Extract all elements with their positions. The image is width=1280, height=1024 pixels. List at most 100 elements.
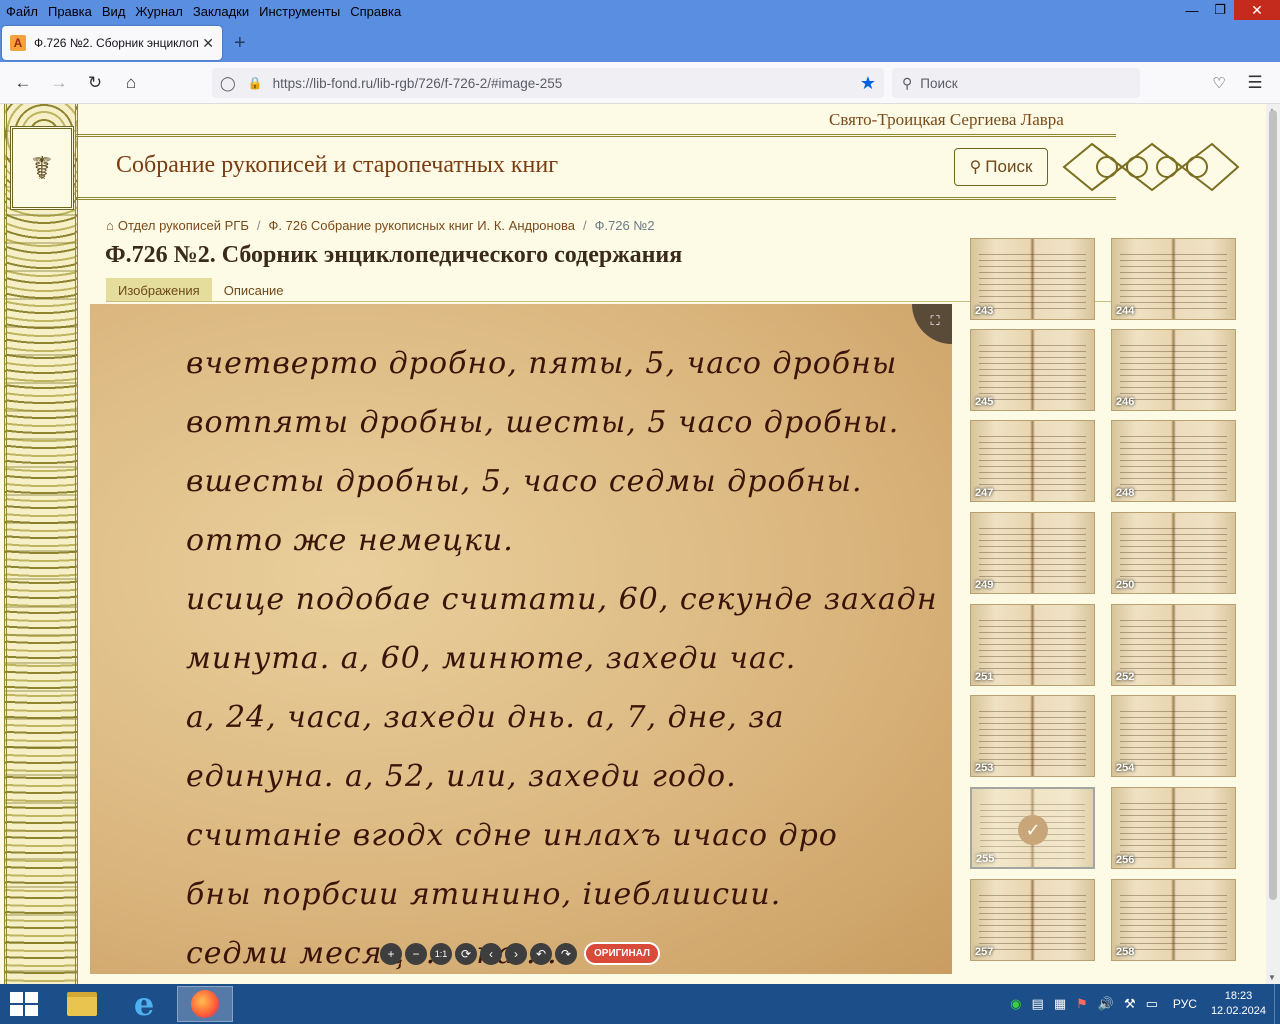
thumbnail-number: 252: [1116, 671, 1135, 683]
reload-icon[interactable]: ↻: [84, 72, 106, 94]
manuscript-line: а, 24, часа, захеди днь. а, 7, дне, за: [186, 700, 785, 735]
storage-icon[interactable]: ▤: [1032, 996, 1044, 1012]
lock-icon[interactable]: 🔒: [248, 76, 263, 90]
flag-icon[interactable]: ⚑: [1076, 996, 1088, 1012]
clock[interactable]: 18:23 12.02.2024: [1211, 989, 1266, 1019]
menu-history[interactable]: Журнал: [130, 4, 187, 19]
site-search-button[interactable]: ⚲ Поиск: [954, 148, 1048, 186]
start-button[interactable]: [10, 992, 38, 1016]
menu-bookmarks[interactable]: Закладки: [188, 4, 254, 19]
thumbnail-number: 258: [1116, 946, 1135, 958]
thumbnail[interactable]: 243: [970, 238, 1095, 320]
thumbnail-image: [1120, 431, 1227, 493]
thumbnail[interactable]: 258: [1111, 879, 1236, 961]
taskbar: e ◉ ▤ ▦ ⚑ 🔊 ⚒ ▭ РУС 18:23 12.02.2024: [0, 984, 1280, 1024]
zoom-out-button[interactable]: −: [405, 942, 427, 965]
search-bar[interactable]: ⚲ Поиск: [892, 68, 1140, 98]
thumbnail[interactable]: 253: [970, 695, 1095, 777]
tools-icon[interactable]: ⚒: [1124, 996, 1136, 1012]
thumbnail-image: [1120, 615, 1227, 677]
original-button[interactable]: ОРИГИНАЛ: [584, 942, 661, 965]
scroll-down-icon[interactable]: ▼: [1268, 973, 1276, 982]
rotate-left-button[interactable]: ↶: [530, 942, 552, 965]
tab-description[interactable]: Описание: [212, 278, 296, 301]
home-crumb-icon[interactable]: ⌂: [106, 218, 114, 233]
thumbnail-selected[interactable]: ✓ 255: [970, 787, 1095, 869]
new-tab-button[interactable]: +: [234, 32, 246, 55]
menu-tools[interactable]: Инструменты: [254, 4, 345, 19]
thumbnail[interactable]: 254: [1111, 695, 1236, 777]
firefox-button[interactable]: [177, 986, 233, 1022]
address-bar[interactable]: ◯ 🔒 https://lib-fond.ru/lib-rgb/726/f-72…: [212, 68, 884, 98]
internet-explorer-icon: e: [133, 985, 155, 1023]
thumbnail-number: 250: [1116, 579, 1135, 591]
bookmark-star-icon[interactable]: ★: [860, 73, 876, 94]
show-desktop-button[interactable]: [1274, 984, 1280, 1024]
viewer-controls: + − 1:1 ⟳ ‹ › ↶ ↷ ОРИГИНАЛ: [380, 942, 661, 965]
menu-view[interactable]: Вид: [97, 4, 131, 19]
thumbnail[interactable]: 252: [1111, 604, 1236, 686]
menu-edit[interactable]: Правка: [43, 4, 97, 19]
thumbnail[interactable]: 245: [970, 329, 1095, 411]
breadcrumb-item[interactable]: Ф. 726 Собрание рукописных книг И. К. Ан…: [269, 218, 575, 233]
clock-date: 12.02.2024: [1210, 1005, 1266, 1017]
site-brand[interactable]: Свято-Троицкая Сергиева Лавра: [829, 110, 1064, 130]
windows-logo-icon: [25, 992, 38, 1003]
zoom-in-button[interactable]: +: [380, 942, 402, 965]
home-icon[interactable]: ⌂: [120, 72, 142, 94]
system-tray: ◉ ▤ ▦ ⚑ 🔊 ⚒ ▭ РУС 18:23 12.02.2024: [1005, 984, 1280, 1024]
next-button[interactable]: ›: [505, 942, 527, 965]
shield-icon[interactable]: ◯: [220, 75, 236, 92]
thumbnail[interactable]: 256: [1111, 787, 1236, 869]
menu-file[interactable]: Файл: [0, 4, 43, 19]
thumbnail[interactable]: 251: [970, 604, 1095, 686]
browser-tab[interactable]: A Ф.726 №2. Сборник энциклопе ✕: [2, 26, 222, 60]
tab-images[interactable]: Изображения: [106, 278, 212, 301]
reset-button[interactable]: ⟳: [455, 942, 477, 965]
site-title[interactable]: Собрание рукописей и старопечатных книг: [116, 152, 558, 179]
rotate-right-button[interactable]: ↷: [555, 942, 577, 965]
hamburger-menu-icon[interactable]: ☰: [1244, 72, 1266, 94]
thumbnail[interactable]: 247: [970, 420, 1095, 502]
tab-close-icon[interactable]: ✕: [202, 35, 214, 52]
close-icon[interactable]: ✕: [1234, 0, 1280, 20]
thumbnail[interactable]: 248: [1111, 420, 1236, 502]
pocket-icon[interactable]: ♡: [1208, 72, 1230, 94]
thumbnail-image: [979, 523, 1086, 585]
security-icon[interactable]: ▦: [1054, 996, 1066, 1012]
volume-icon[interactable]: 🔊: [1098, 996, 1114, 1012]
thumbnail-image: [1120, 340, 1227, 402]
menu-help[interactable]: Справка: [345, 4, 406, 19]
network-status-icon[interactable]: ◉: [1010, 996, 1021, 1012]
minimize-icon[interactable]: —: [1178, 0, 1206, 20]
manuscript-line: считаніе вгодх сдне инлахъ ичасо дро: [186, 818, 838, 853]
thumbnail-number: 247: [975, 487, 994, 499]
language-indicator[interactable]: РУС: [1173, 997, 1197, 1011]
url-text[interactable]: https://lib-fond.ru/lib-rgb/726/f-726-2/…: [273, 76, 563, 91]
thumbnail[interactable]: 249: [970, 512, 1095, 594]
forward-icon[interactable]: →: [48, 72, 70, 94]
site-logo[interactable]: ☤: [10, 126, 74, 210]
thumbnail-strip: 243 244 245 246 247 248 249 250 251 252 …: [970, 238, 1240, 984]
thumbnail[interactable]: 244: [1111, 238, 1236, 320]
scrollbar-thumb[interactable]: [1269, 110, 1277, 900]
file-explorer-button[interactable]: [54, 986, 110, 1022]
search-placeholder[interactable]: Поиск: [920, 76, 957, 91]
internet-explorer-button[interactable]: e: [116, 985, 172, 1023]
manuscript-line: вшесты дробны, 5, часо седмы дробны.: [186, 464, 863, 499]
thumbnail-image: [979, 615, 1086, 677]
image-viewer[interactable]: вчетверто дробно, пяты, 5, часо дробны в…: [90, 304, 952, 974]
page-scrollbar[interactable]: ▲ ▼: [1266, 104, 1280, 984]
actual-size-button[interactable]: 1:1: [430, 942, 452, 965]
folder-icon: [67, 992, 97, 1016]
thumbnail[interactable]: 257: [970, 879, 1095, 961]
previous-button[interactable]: ‹: [480, 942, 502, 965]
thumbnail[interactable]: 250: [1111, 512, 1236, 594]
back-icon[interactable]: ←: [12, 72, 34, 94]
thumbnail-number: 249: [975, 579, 994, 591]
restore-icon[interactable]: ❐: [1206, 0, 1234, 20]
breadcrumb-item[interactable]: Отдел рукописей РГБ: [118, 218, 249, 233]
monitor-icon[interactable]: ▭: [1146, 996, 1158, 1012]
thumbnail[interactable]: 246: [1111, 329, 1236, 411]
thumbnail-number: 257: [975, 946, 994, 958]
